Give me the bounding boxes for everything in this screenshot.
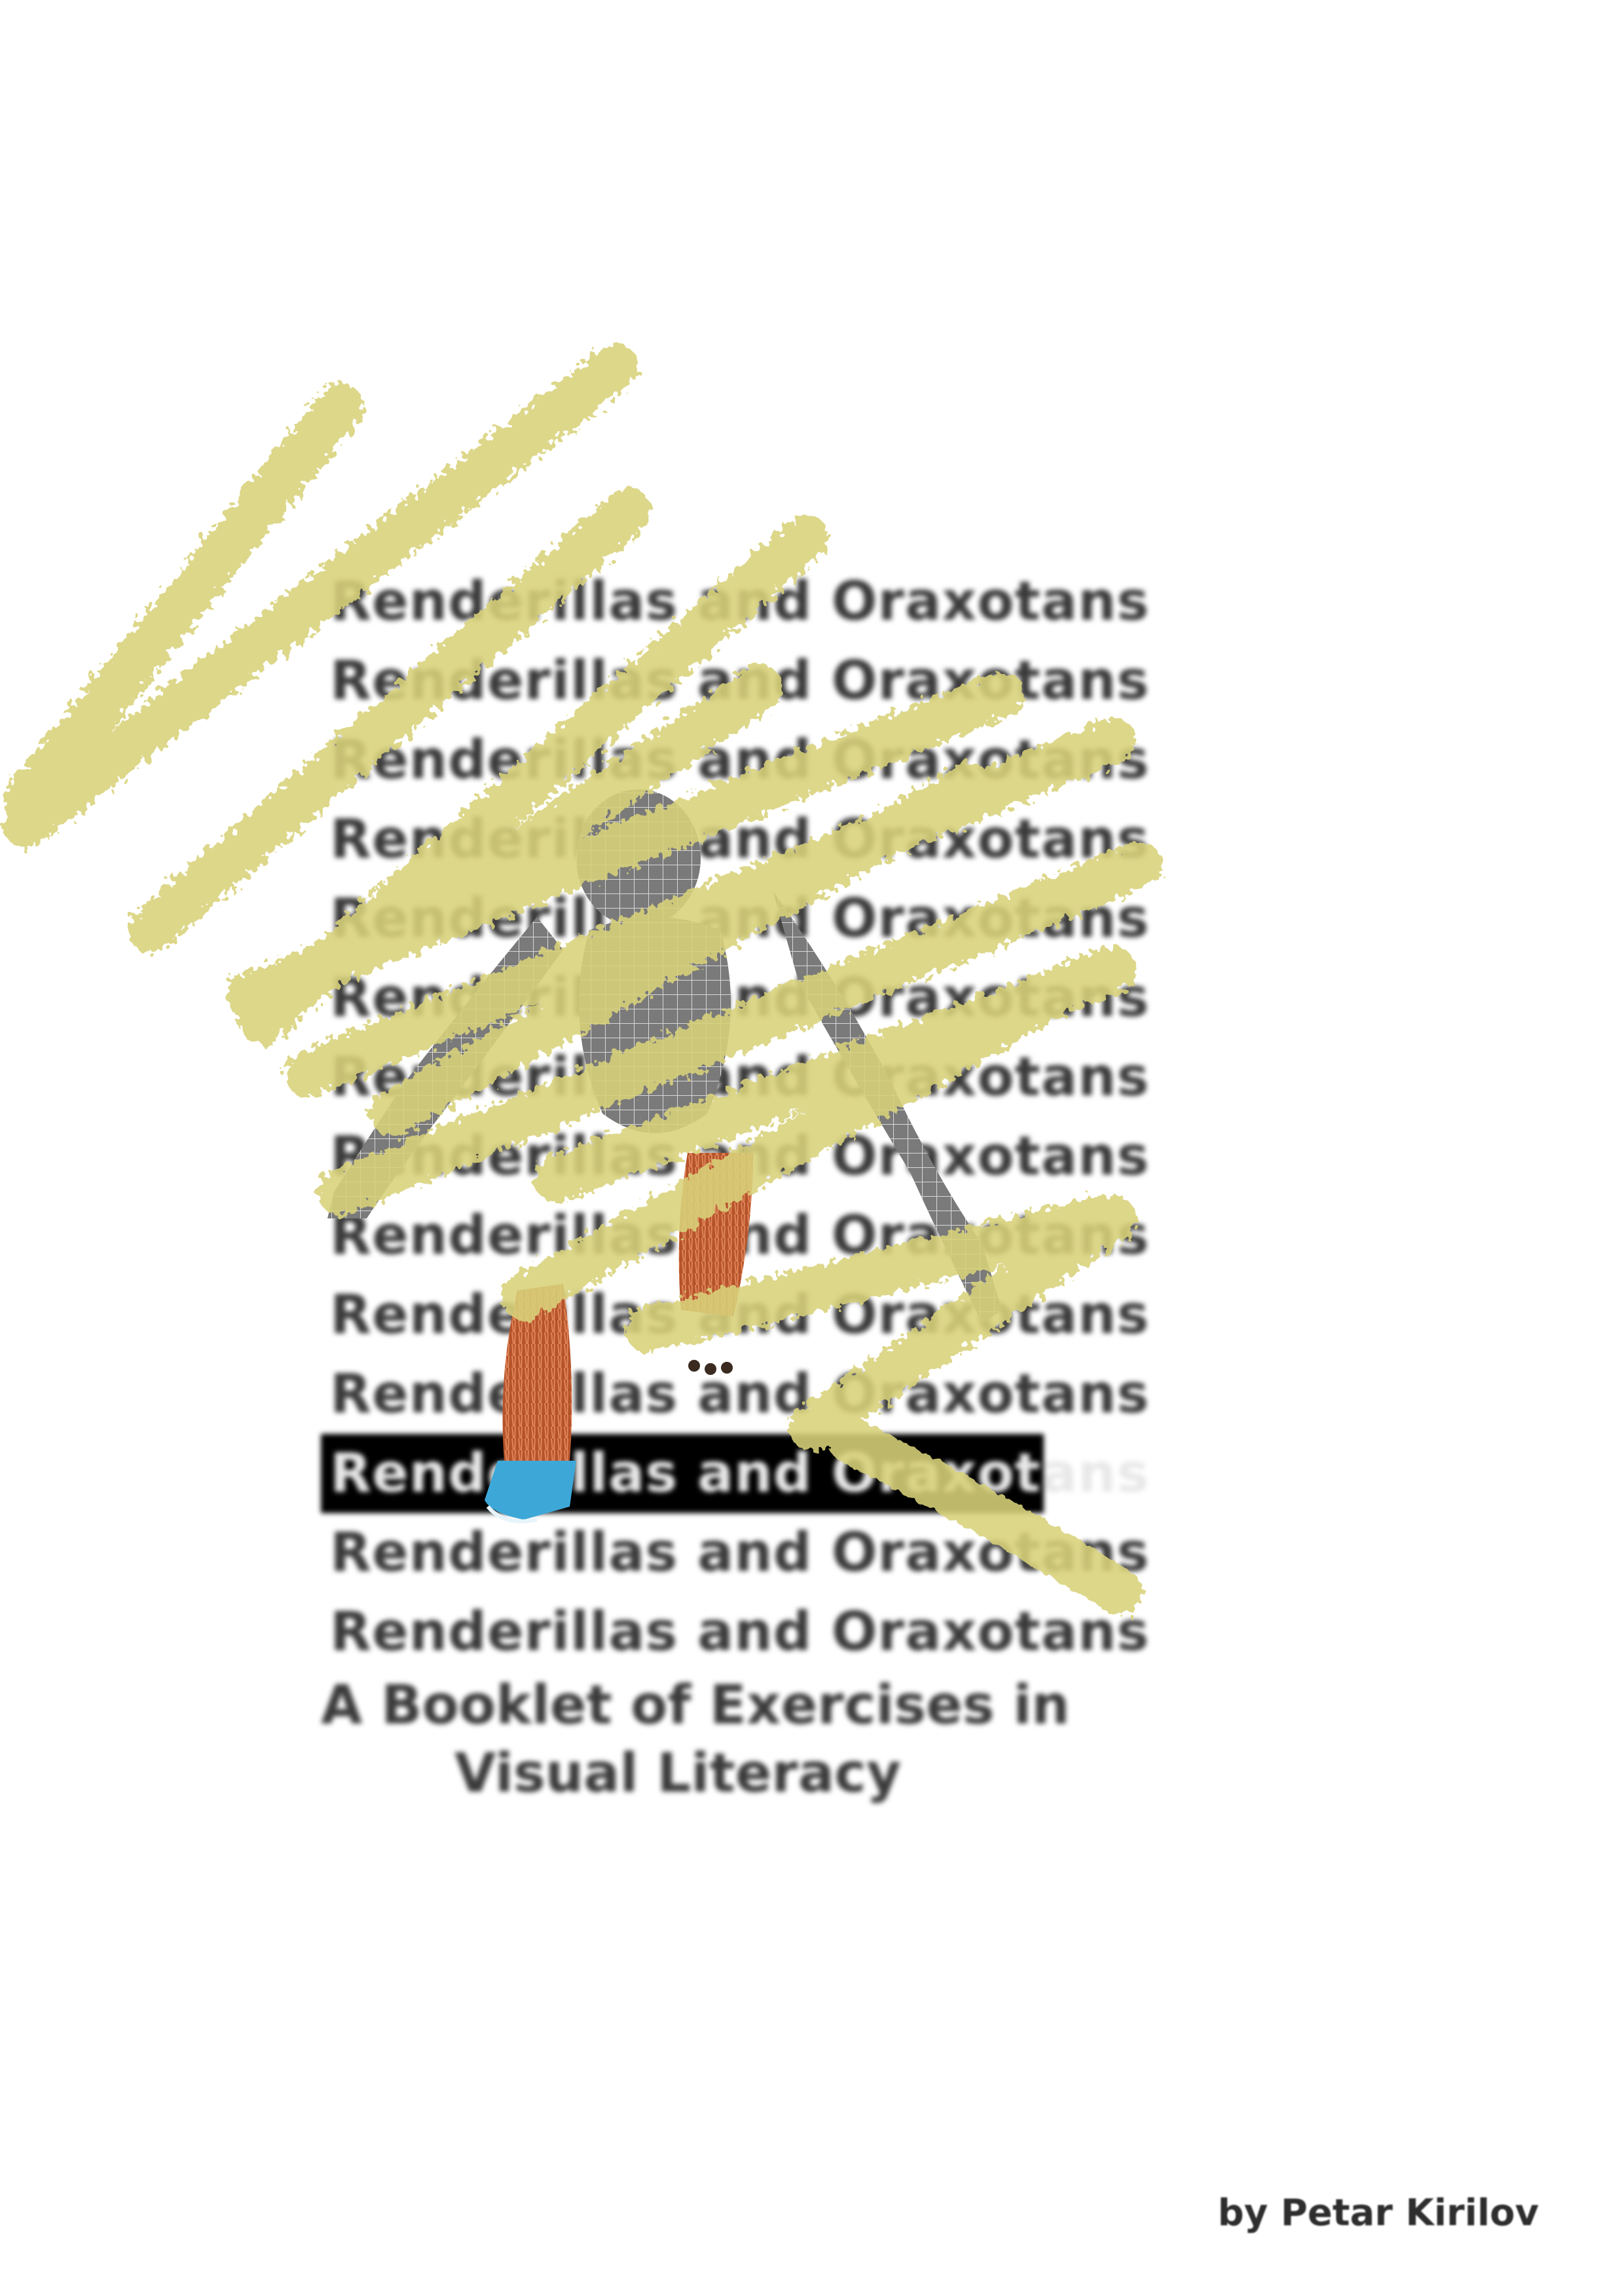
title-line: Renderillas and Oraxotans xyxy=(330,1125,1150,1188)
title-line: Renderillas and Oraxotans xyxy=(330,888,1150,950)
title-line: Renderillas and Oraxotans xyxy=(330,1046,1150,1108)
subtitle-line-2: Visual Literacy xyxy=(454,1742,902,1805)
title-line-highlighted: Renderillas and Oraxotans xyxy=(321,1434,1149,1513)
author-credit: by Petar Kirilov xyxy=(1217,2192,1539,2234)
title-line: Renderillas and Oraxotans xyxy=(330,650,1150,712)
title-line: Renderillas and Oraxotans xyxy=(330,1522,1150,1584)
subtitle-line-1: A Booklet of Exercises in xyxy=(321,1674,1070,1736)
title-line: Renderillas and Oraxotans xyxy=(330,808,1150,871)
book-cover: Renderillas and Oraxotans Renderillas an… xyxy=(0,0,1624,2290)
title-line: Renderillas and Oraxotans xyxy=(330,729,1150,791)
title-line: Renderillas and Oraxotans xyxy=(330,1601,1150,1663)
title-line: Renderillas and Oraxotans xyxy=(330,571,1150,633)
title-line: Renderillas and Oraxotans xyxy=(330,1363,1150,1425)
title-line: Renderillas and Oraxotans xyxy=(330,967,1150,1029)
title-line: Renderillas and Oraxotans xyxy=(330,1284,1150,1346)
title-block: Renderillas and Oraxotans Renderillas an… xyxy=(321,562,1150,1808)
title-line: Renderillas and Oraxotans xyxy=(330,1205,1150,1267)
